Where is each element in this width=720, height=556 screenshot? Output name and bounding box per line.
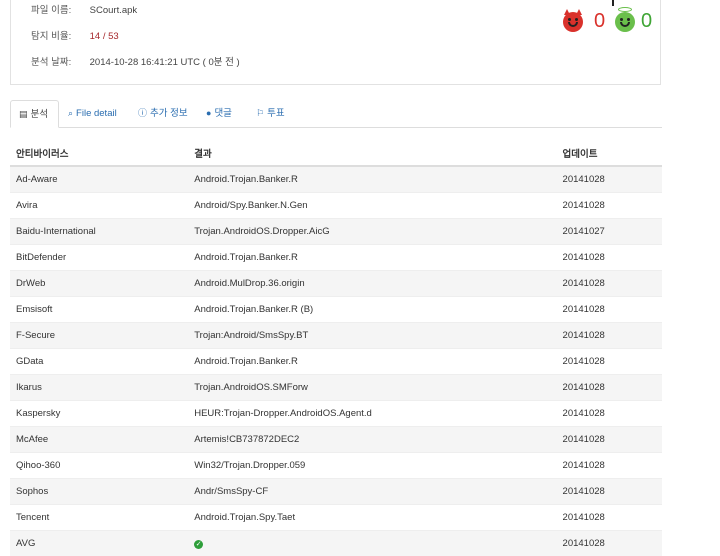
date-label: 분석 날짜: — [31, 54, 87, 68]
antivirus-name: Emsisoft — [10, 297, 188, 323]
detection-result: Trojan.AndroidOS.SMForw — [188, 375, 556, 401]
detection-result: Android.Trojan.Banker.R — [188, 349, 556, 375]
update-date: 20141027 — [557, 219, 662, 245]
update-date: 20141028 — [557, 401, 662, 427]
table-row: AVG ✓ 20141028 — [10, 531, 662, 556]
filename-row: 파일 이름: SCourt.apk — [31, 2, 137, 16]
analysis-tabs: ▤분석 ⌕File detail ⓘ추가 정보 ●댓글 ⚐투표 — [10, 100, 662, 128]
update-date: 20141028 — [557, 323, 662, 349]
table-row: TencentAndroid.Trojan.Spy.Taet20141028 — [10, 505, 662, 531]
table-row: McAfeeArtemis!CB737872DEC220141028 — [10, 427, 662, 453]
flag-pole-icon — [612, 0, 614, 6]
analysis-date: 2014-10-28 16:41:21 UTC ( 0분 전 ) — [90, 54, 240, 68]
community-votes: 0 0 — [551, 0, 671, 44]
update-date: 20141028 — [557, 453, 662, 479]
table-row: F-SecureTrojan:Android/SmsSpy.BT20141028 — [10, 323, 662, 349]
detection-result: Win32/Trojan.Dropper.059 — [188, 453, 556, 479]
tab-comments[interactable]: ●댓글 — [198, 100, 240, 126]
tab-additional-info[interactable]: ⓘ추가 정보 — [130, 100, 196, 126]
detection-result: Android.MulDrop.36.origin — [188, 271, 556, 297]
table-row: Baidu-InternationalTrojan.AndroidOS.Drop… — [10, 219, 662, 245]
filename-label: 파일 이름: — [31, 2, 87, 16]
antivirus-name: Sophos — [10, 479, 188, 505]
malicious-vote-icon[interactable] — [563, 12, 583, 32]
table-row: AviraAndroid/Spy.Banker.N.Gen20141028 — [10, 193, 662, 219]
detection-row: 탐지 비율: 14 / 53 — [31, 28, 119, 42]
detection-result: Android.Trojan.Banker.R (B) — [188, 297, 556, 323]
detection-result: Android.Trojan.Banker.R — [188, 245, 556, 271]
date-row: 분석 날짜: 2014-10-28 16:41:21 UTC ( 0분 전 ) — [31, 54, 240, 68]
filename-value: SCourt.apk — [90, 5, 138, 16]
table-row: Ad-AwareAndroid.Trojan.Banker.R20141028 — [10, 166, 662, 193]
header-antivirus[interactable]: 안티바이러스 — [10, 141, 188, 166]
result-clean: ✓ — [188, 531, 556, 556]
antivirus-name: BitDefender — [10, 245, 188, 271]
table-header-row: 안티바이러스 결과 업데이트 — [10, 141, 662, 166]
antivirus-name: Ad-Aware — [10, 166, 188, 193]
antivirus-name: Kaspersky — [10, 401, 188, 427]
table-row: BitDefenderAndroid.Trojan.Banker.R201410… — [10, 245, 662, 271]
update-date: 20141028 — [557, 297, 662, 323]
table-row: KasperskyHEUR:Trojan-Dropper.AndroidOS.A… — [10, 401, 662, 427]
update-date: 20141028 — [557, 479, 662, 505]
detection-result: Android.Trojan.Spy.Taet — [188, 505, 556, 531]
detection-result: HEUR:Trojan-Dropper.AndroidOS.Agent.d — [188, 401, 556, 427]
detection-label: 탐지 비율: — [31, 28, 87, 42]
harmless-vote-icon[interactable] — [615, 12, 635, 32]
scan-results-table: 안티바이러스 결과 업데이트 Ad-AwareAndroid.Trojan.Ba… — [10, 141, 662, 556]
detection-result: Android.Trojan.Banker.R — [188, 166, 556, 193]
detection-ratio: 14 / 53 — [90, 31, 119, 42]
antivirus-name: Avira — [10, 193, 188, 219]
antivirus-name: AVG — [10, 531, 188, 556]
update-date: 20141028 — [557, 375, 662, 401]
comment-icon: ● — [206, 100, 211, 126]
header-update[interactable]: 업데이트 — [557, 141, 662, 166]
header-result[interactable]: 결과 — [188, 141, 556, 166]
malicious-vote-count: 0 — [594, 10, 605, 33]
antivirus-name: Ikarus — [10, 375, 188, 401]
update-date: 20141028 — [557, 505, 662, 531]
antivirus-name: McAfee — [10, 427, 188, 453]
antivirus-name: GData — [10, 349, 188, 375]
table-row: Qihoo-360Win32/Trojan.Dropper.0592014102… — [10, 453, 662, 479]
antivirus-name: Tencent — [10, 505, 188, 531]
update-date: 20141028 — [557, 427, 662, 453]
detection-result: Artemis!CB737872DEC2 — [188, 427, 556, 453]
detection-result: Andr/SmsSpy-CF — [188, 479, 556, 505]
table-row: DrWebAndroid.MulDrop.36.origin20141028 — [10, 271, 662, 297]
list-icon: ▤ — [19, 101, 28, 127]
update-date: 20141028 — [557, 349, 662, 375]
table-row: IkarusTrojan.AndroidOS.SMForw20141028 — [10, 375, 662, 401]
detection-result: Android/Spy.Banker.N.Gen — [188, 193, 556, 219]
table-row: EmsisoftAndroid.Trojan.Banker.R (B)20141… — [10, 297, 662, 323]
file-info-panel: 파일 이름: SCourt.apk 탐지 비율: 14 / 53 분석 날짜: … — [10, 0, 661, 85]
info-icon: ⓘ — [138, 100, 147, 126]
tab-file-detail[interactable]: ⌕File detail — [60, 100, 125, 126]
antivirus-name: DrWeb — [10, 271, 188, 297]
harmless-vote-count: 0 — [641, 10, 652, 33]
update-date: 20141028 — [557, 531, 662, 556]
check-circle-icon: ✓ — [194, 540, 203, 549]
antivirus-name: Qihoo-360 — [10, 453, 188, 479]
antivirus-name: F-Secure — [10, 323, 188, 349]
detection-result: Trojan.AndroidOS.Dropper.AicG — [188, 219, 556, 245]
update-date: 20141028 — [557, 193, 662, 219]
antivirus-name: Baidu-International — [10, 219, 188, 245]
table-row: GDataAndroid.Trojan.Banker.R20141028 — [10, 349, 662, 375]
tab-analysis[interactable]: ▤분석 — [10, 100, 59, 128]
tab-votes[interactable]: ⚐투표 — [248, 100, 293, 126]
update-date: 20141028 — [557, 166, 662, 193]
table-row: SophosAndr/SmsSpy-CF20141028 — [10, 479, 662, 505]
detection-result: Trojan:Android/SmsSpy.BT — [188, 323, 556, 349]
update-date: 20141028 — [557, 245, 662, 271]
magnifier-icon: ⌕ — [68, 100, 73, 126]
update-date: 20141028 — [557, 271, 662, 297]
thumb-icon: ⚐ — [256, 100, 264, 126]
